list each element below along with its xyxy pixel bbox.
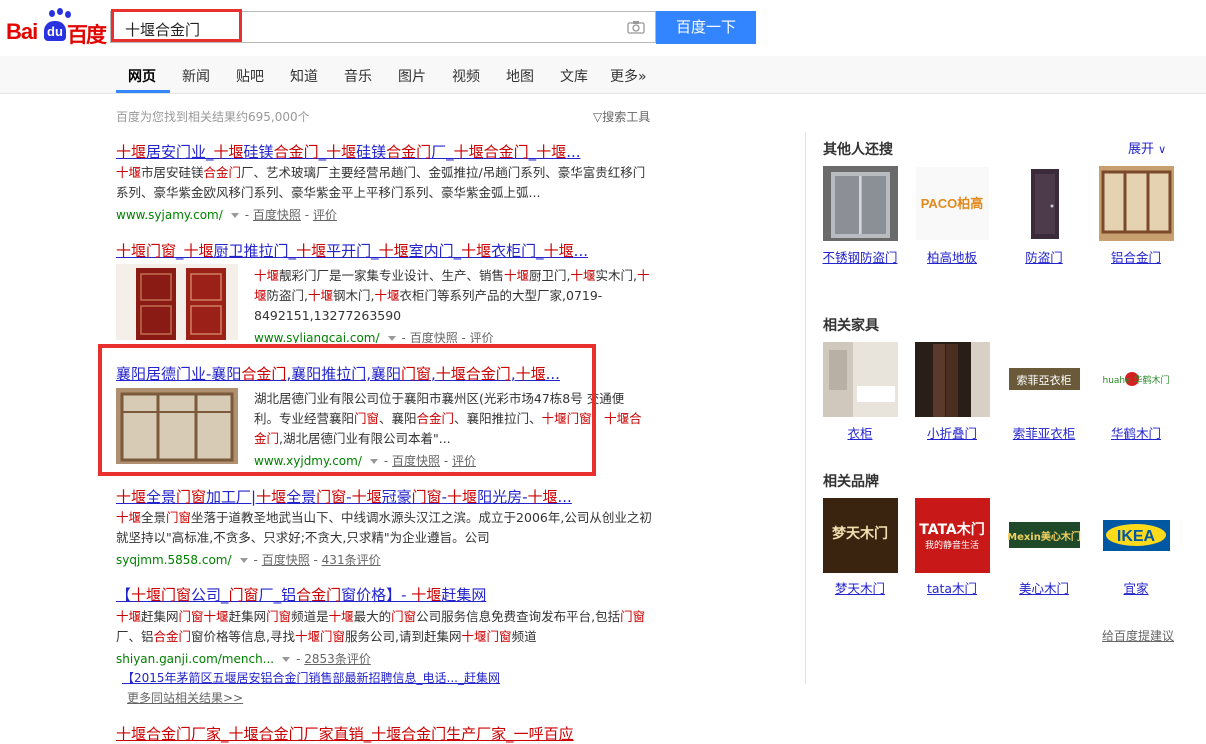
search-tools[interactable]: ▽搜索工具 — [593, 108, 650, 125]
related-furniture-caption[interactable]: 小折叠门 — [910, 425, 994, 443]
tab-zhidao[interactable]: 知道 — [290, 66, 318, 86]
result-count: 百度为您找到相关结果约695,000个 — [116, 110, 310, 124]
result-thumbnail-doors[interactable] — [116, 264, 238, 340]
nav-bar: 网页 新闻 贴吧 知道 音乐 图片 视频 地图 文库 更多» — [0, 56, 1206, 94]
rate-link[interactable]: 2853条评价 — [304, 652, 371, 666]
tab-map[interactable]: 地图 — [506, 66, 534, 86]
related-brand-caption[interactable]: 美心木门 — [1002, 580, 1086, 598]
stainless-door-image[interactable] — [823, 166, 898, 241]
tab-web[interactable]: 网页 — [128, 66, 156, 86]
section-title: 相关品牌 — [823, 474, 879, 490]
snapshot-link[interactable]: 百度快照 — [253, 208, 301, 222]
paw-icon — [57, 8, 63, 15]
related-brand-caption[interactable]: 梦天木门 — [818, 580, 902, 598]
tab-wenku[interactable]: 文库 — [560, 66, 588, 86]
active-tab-indicator — [116, 90, 170, 93]
expand-toggle[interactable]: 展开 ∨ — [1128, 138, 1166, 157]
snapshot-link[interactable]: 百度快照 — [262, 553, 310, 567]
chevron-down-icon: ∨ — [1158, 143, 1167, 156]
related-search-caption[interactable]: 铝合金门 — [1094, 249, 1178, 267]
feedback-link[interactable]: 给百度提建议 — [1102, 627, 1174, 644]
query-highlight-box — [111, 9, 242, 42]
aluminum-door-image[interactable] — [1099, 166, 1174, 241]
result-url-row: shiyan.ganji.com/mench... - 2853条评价 — [116, 652, 371, 666]
logo-bai: Bai — [6, 19, 38, 44]
result-abstract: 十堰靓彩门厂是一家集专业设计、生产、销售十堰厨卫门,十堰实木门,十堰防盗门,十堰… — [254, 268, 650, 323]
result-highlight-box — [98, 344, 596, 476]
huahe-logo-image[interactable]: huahe 华鹤木门 — [1099, 342, 1174, 417]
mexin-logo-image[interactable]: Mexin美心木门 — [1007, 498, 1082, 573]
search-button[interactable]: 百度一下 — [656, 11, 756, 44]
section-title: 相关家具 — [823, 318, 879, 334]
filter-icon: ▽ — [593, 110, 603, 124]
rate-link[interactable]: 431条评价 — [322, 553, 381, 567]
related-brand-caption[interactable]: 宜家 — [1094, 580, 1178, 598]
mengtian-logo-image[interactable]: 梦天木门 — [823, 498, 898, 573]
result-url[interactable]: www.syjamy.com/ — [116, 208, 223, 222]
result-title[interactable]: 十堰门窗_十堰厨卫推拉门_十堰平开门_十堰室内门_十堰衣柜门_十堰... — [116, 240, 588, 261]
folding-door-image[interactable] — [915, 342, 990, 417]
related-brand-caption[interactable]: tata木门 — [910, 580, 994, 598]
logo-du: du — [44, 21, 66, 41]
tab-more[interactable]: 更多» — [610, 66, 647, 86]
result-url-row: www.syjamy.com/- 百度快照 - 评价 — [116, 208, 337, 222]
mexin-logo-text: Mexin美心木门 — [1007, 530, 1081, 543]
tata-logo-text: TATA木门 — [919, 521, 985, 538]
result-abstract: 十堰赶集网门窗十堰赶集网门窗频道是十堰最大的门窗公司服务信息免费查询发布平台,包… — [116, 609, 646, 644]
expand-label: 展开 — [1128, 142, 1155, 157]
dropdown-arrow-icon[interactable] — [239, 558, 248, 563]
baidu-logo[interactable]: Bai du 百度 — [4, 6, 108, 47]
ikea-logo-text: IKEA — [1117, 528, 1156, 545]
sofia-logo-text: 索菲亞衣柜 — [1017, 373, 1072, 387]
logo-cn: 百度 — [67, 23, 107, 47]
result-url[interactable]: shiyan.ganji.com/mench... — [116, 652, 274, 666]
paw-icon — [49, 10, 55, 17]
result-abstract: 十堰市居安硅镁合金门厂、艺术玻璃厂主要经营吊趟门、金弧推拉/吊趟门系列、豪华富贵… — [116, 165, 646, 200]
result-title[interactable]: 十堰居安门业_十堰硅镁合金门_十堰硅镁合金门厂_十堰合金门_十堰... — [116, 141, 581, 162]
tata-sub-text: 我的静音生活 — [925, 539, 979, 551]
section-title: 其他人还搜 — [823, 142, 893, 158]
huahe-logo-text: huahe 华鹤木门 — [1102, 374, 1169, 386]
related-search-caption[interactable]: 不锈钢防盗门 — [818, 249, 902, 267]
related-search-caption[interactable]: 柏高地板 — [910, 249, 994, 267]
tab-images[interactable]: 图片 — [398, 66, 426, 86]
sidebar-divider — [805, 132, 806, 684]
result-title[interactable]: 【十堰门窗公司_门窗厂_铝合金门窗价格】- 十堰赶集网 — [116, 584, 486, 605]
related-furniture-caption[interactable]: 衣柜 — [818, 425, 902, 443]
tab-music[interactable]: 音乐 — [344, 66, 372, 86]
ikea-logo-image[interactable]: IKEA — [1099, 498, 1174, 573]
related-furniture-caption[interactable]: 华鹤木门 — [1094, 425, 1178, 443]
related-furniture-caption[interactable]: 索菲亚衣柜 — [1002, 425, 1086, 443]
rate-link[interactable]: 评价 — [470, 331, 494, 343]
tab-video[interactable]: 视频 — [452, 66, 480, 86]
tab-news[interactable]: 新闻 — [182, 66, 210, 86]
dropdown-arrow-icon[interactable] — [387, 336, 396, 341]
result-url-row: www.syliangcai.com/- 百度快照 - 评价 — [254, 331, 494, 343]
rate-link[interactable]: 评价 — [313, 208, 337, 222]
security-door-image[interactable] — [1007, 166, 1082, 241]
search-tools-label: 搜索工具 — [602, 110, 651, 124]
dropdown-arrow-icon[interactable] — [282, 657, 291, 662]
tab-tieba[interactable]: 贴吧 — [236, 66, 264, 86]
paco-logo-text: PACO柏高 — [921, 196, 984, 211]
paw-icon — [65, 11, 71, 18]
result-sublink[interactable]: 【2015年茅箭区五堰居安铝合金门销售部最新招聘信息_电话..._赶集网 — [122, 669, 500, 686]
paco-logo-image[interactable]: PACO柏高 — [915, 166, 990, 241]
more-same-site-link[interactable]: 更多同站相关结果>> — [127, 689, 243, 706]
dropdown-arrow-icon[interactable] — [230, 213, 239, 218]
tata-logo-image[interactable]: TATA木门 我的静音生活 — [915, 498, 990, 573]
wardrobe-image[interactable] — [823, 342, 898, 417]
related-search-caption[interactable]: 防盗门 — [1002, 249, 1086, 267]
mengtian-logo-text: 梦天木门 — [832, 525, 888, 542]
result-abstract: 十堰全景门窗坐落于道教圣地武当山下、中线调水源头汉江之滨。成立于2006年,公司… — [116, 510, 652, 545]
result-url-row: syqjmm.5858.com/- 百度快照 - 431条评价 — [116, 553, 381, 567]
result-title[interactable]: 十堰全景门窗加工厂|十堰全景门窗-十堰冠豪门窗-十堰阳光房-十堰... — [116, 486, 572, 507]
sofia-logo-image[interactable]: 索菲亞衣柜 — [1007, 342, 1082, 417]
camera-icon[interactable] — [627, 20, 645, 34]
snapshot-link[interactable]: 百度快照 — [410, 331, 458, 343]
result-url[interactable]: syqjmm.5858.com/ — [116, 553, 232, 567]
result-url[interactable]: www.syliangcai.com/ — [254, 331, 380, 343]
